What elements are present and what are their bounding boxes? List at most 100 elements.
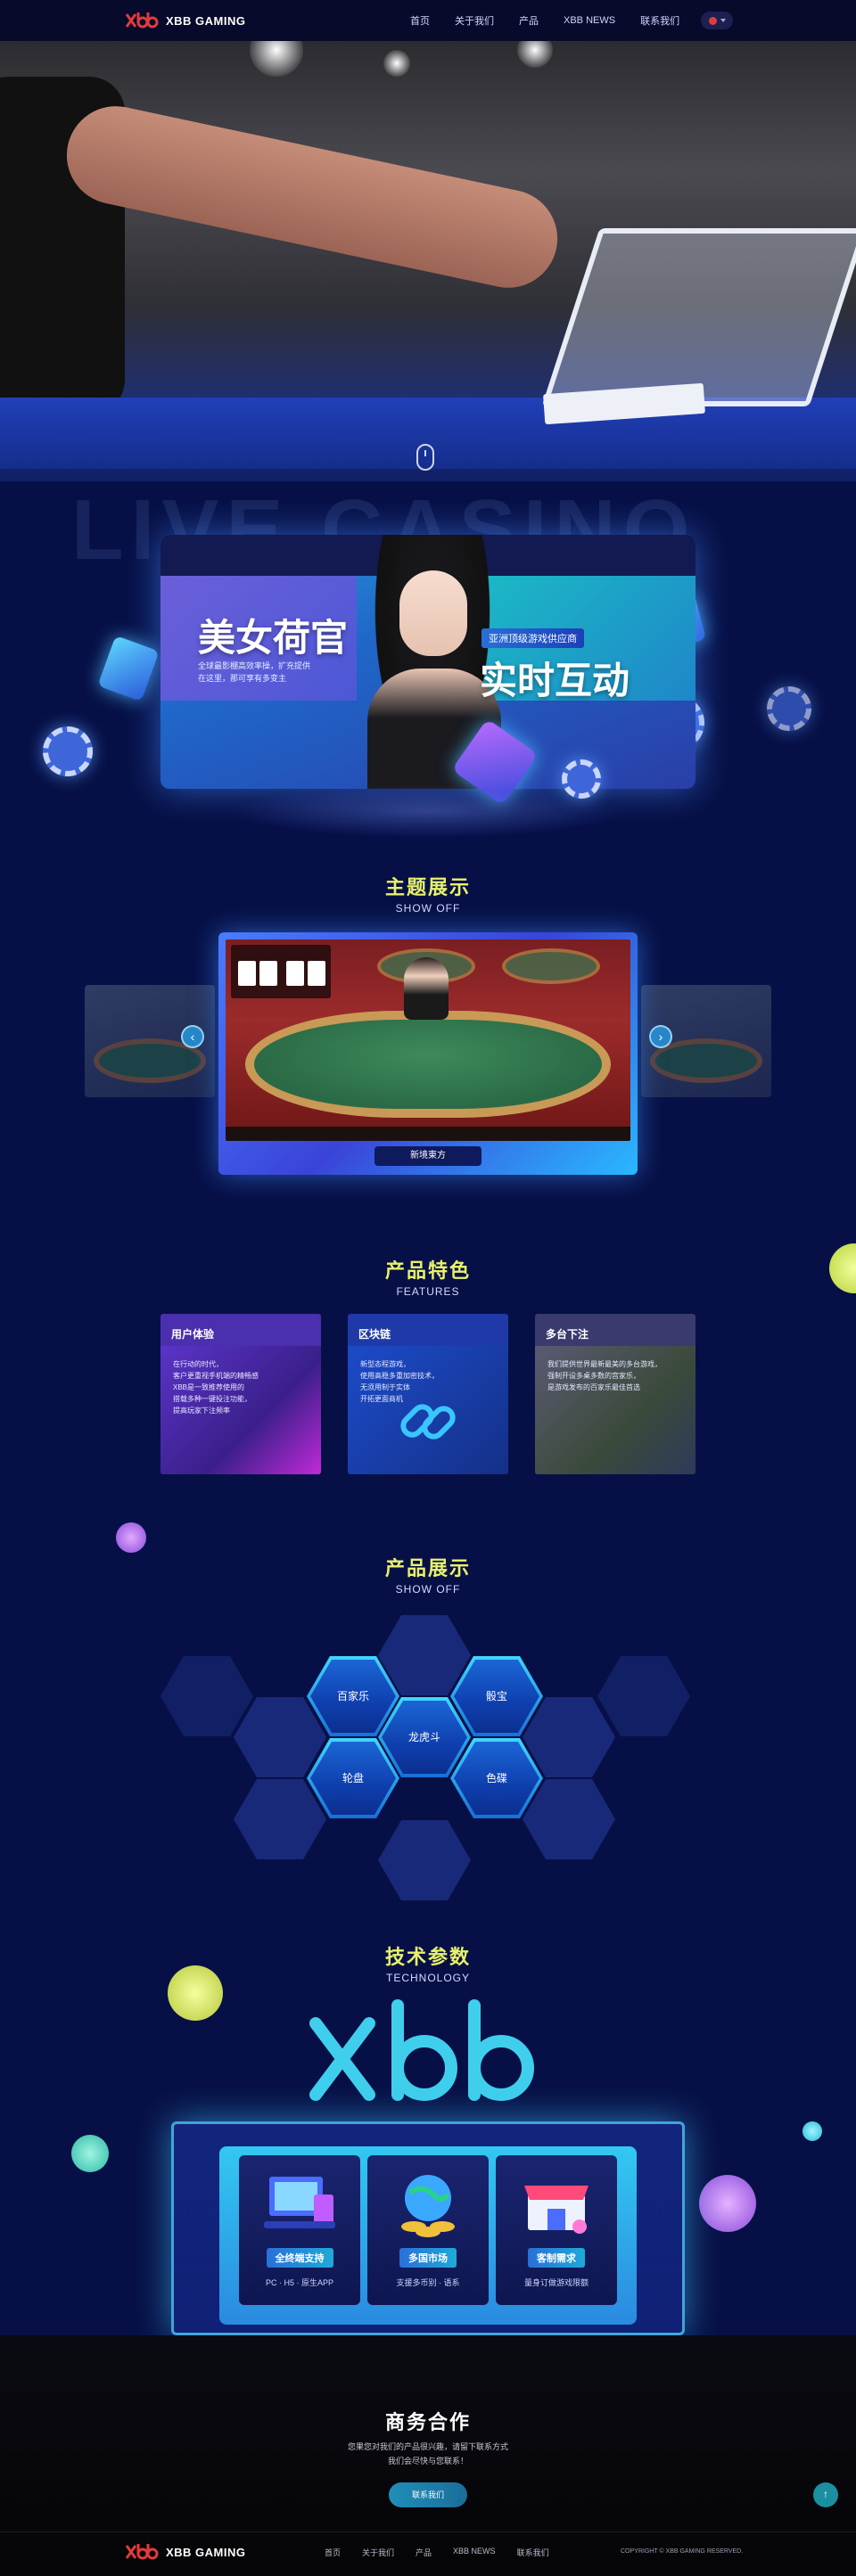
tech-card-title: 多国市场 [367, 2248, 489, 2268]
section-title-en: FEATURES [396, 1285, 460, 1298]
hero-image [0, 41, 856, 481]
tech-card-title: 全终端支持 [239, 2248, 360, 2268]
section-title-en: SHOW OFF [395, 902, 461, 915]
cooperation-text: 您果您对我们的产品很兴趣，请留下联系方式 [347, 2442, 508, 2451]
section-title-cn: 产品特色 [384, 1259, 471, 1282]
baccarat-table [245, 1011, 611, 1118]
flag-icon [708, 16, 717, 25]
feature-title: 区块链 [358, 1328, 391, 1341]
product-label: 百家乐 [336, 1690, 369, 1702]
devices-icon [264, 2177, 335, 2228]
footer-link-home[interactable]: 首页 [325, 2547, 341, 2558]
decor-hex [234, 1697, 326, 1777]
tech-card-multiplatform[interactable]: 全终端支持 PC · H5 · 原生APP [239, 2155, 360, 2305]
decor-hex [378, 1820, 471, 1900]
tech-card-multimarket[interactable]: 多国市场 支援多币别 · 语系 [367, 2155, 489, 2305]
card [286, 961, 304, 986]
product-label: 色碟 [485, 1772, 507, 1784]
game-screenshot [226, 939, 630, 1141]
footer-link-contact[interactable]: 联系我们 [517, 2547, 549, 2558]
chevron-down-icon [720, 19, 726, 22]
feature-title: 多台下注 [546, 1328, 589, 1341]
footer-logo[interactable]: XBB GAMING [125, 2542, 246, 2562]
arrow-up-icon[interactable]: ↑ [813, 2482, 838, 2507]
decor-chip [43, 726, 93, 776]
footer-link-about[interactable]: 关于我们 [362, 2547, 394, 2558]
tech-card-sub: 支援多币别 · 语系 [396, 2278, 460, 2287]
logo[interactable]: XBB GAMING [125, 11, 246, 30]
banner-right-title: 实时互动 [480, 660, 630, 701]
features-title: 产品特色 FEATURES [0, 1255, 856, 1298]
nav-item-about[interactable]: 关于我们 [455, 13, 494, 28]
footer-link-news[interactable]: XBB NEWS [453, 2547, 496, 2558]
banner-desc-line: 在这里，那可享有多变主 [198, 674, 287, 683]
decor-gem [97, 635, 160, 702]
product-label: 骰宝 [485, 1690, 507, 1702]
product-label: 轮盘 [342, 1772, 364, 1784]
glow-floor [232, 784, 624, 838]
section-title-cn: 技术参数 [384, 1946, 471, 1968]
nav-item-news[interactable]: XBB NEWS [564, 15, 615, 26]
product-hex-sicbo[interactable]: 骰宝 [450, 1656, 543, 1736]
nav-item-home[interactable]: 首页 [410, 13, 430, 28]
feature-desc: 我们提供世界最新最美的多台游戏， 强制开设多桌多数的宫家乐， 是游戏发布的百家乐最佳… [547, 1360, 662, 1391]
card [308, 961, 325, 986]
decor-hex [597, 1656, 690, 1736]
feature-card-multitable[interactable]: 多台下注 我们提供世界最新最美的多台游戏， 强制开设多桌多数的宫家乐， 是游戏发布的… [535, 1314, 696, 1474]
tech-card-custom[interactable]: 客制需求 量身订做游戏限额 [496, 2155, 617, 2305]
scroll-down-icon[interactable] [416, 444, 434, 471]
nav-item-products[interactable]: 产品 [519, 13, 539, 28]
slide-caption[interactable]: 新境東方 [374, 1146, 482, 1166]
section-title-cn: 主题展示 [384, 876, 471, 898]
decor-orb [699, 2175, 756, 2232]
feature-desc: 新型态程游戏， 使用高稳多重加密技术， 无须用制于实体 开拓更面商机 [360, 1360, 439, 1403]
section-title-cn: 产品展示 [384, 1557, 471, 1579]
feature-desc: 在行动的时代， 客户更重视手机端的精畅感 XBB是一致推荐使用的 搭载多种一键投注功能… [173, 1360, 259, 1415]
product-label: 龙虎斗 [407, 1731, 440, 1743]
brand-name: XBB GAMING [166, 2545, 246, 2559]
decor-hex [523, 1779, 615, 1859]
section-title-en: TECHNOLOGY [385, 1972, 470, 1984]
decor-orb [802, 2121, 822, 2141]
dealer-arm [57, 96, 567, 298]
banner-left-title: 美女荷官 [198, 617, 349, 659]
contact-us-button[interactable]: 联系我们 [389, 2482, 467, 2507]
chevron-right-icon[interactable]: › [649, 1025, 672, 1048]
card [259, 961, 277, 986]
cooperation-text: 我们会尽快与您联系！ [387, 2457, 468, 2465]
dealer-face [399, 570, 467, 656]
feature-card-blockchain[interactable]: 区块链 新型态程游戏， 使用高稳多重加密技术， 无须用制于实体 开拓更面商机 [348, 1314, 508, 1474]
decor-hex [523, 1697, 615, 1777]
nav-item-contact[interactable]: 联系我们 [640, 13, 679, 28]
tech-card-sub: 量身订做游戏限额 [523, 2278, 588, 2287]
ceiling-light [383, 50, 410, 77]
ceiling-light [517, 41, 553, 68]
language-selector[interactable] [701, 12, 733, 29]
section-title-en: SHOW OFF [395, 1583, 461, 1596]
brand-name: XBB GAMING [166, 13, 246, 28]
product-hex-color-dish[interactable]: 色碟 [450, 1738, 543, 1818]
showoff-title: 主题展示 SHOW OFF [0, 872, 856, 915]
banner-left-desc: 全球最影棚高效率操，扩充提供 在这里，那可享有多变主 [198, 660, 310, 685]
xbb-logo-icon [125, 2544, 159, 2560]
banner-tag: 亚洲顶级游戏供应商 [482, 628, 584, 648]
globe-coins-icon [401, 2175, 455, 2237]
banner-desc-line: 全球最影棚高效率操，扩充提供 [198, 661, 311, 670]
card [238, 961, 256, 986]
bg-table [502, 948, 600, 984]
footer-links: 首页 关于我们 产品 XBB NEWS 联系我们 [325, 2547, 549, 2558]
feature-title: 用户体验 [171, 1328, 215, 1341]
decor-hex [234, 1779, 326, 1859]
storefront-icon [524, 2186, 588, 2234]
chevron-left-icon[interactable]: ‹ [181, 1025, 204, 1048]
showoff-main-slide[interactable]: 新境東方 [218, 932, 638, 1175]
tech-card-title: 客制需求 [496, 2248, 617, 2268]
xbb-neon-logo-icon [309, 1999, 534, 2101]
decor-hex [160, 1656, 253, 1736]
dealer-figure [404, 957, 449, 1020]
technology-title: 技术参数 TECHNOLOGY [0, 1941, 856, 1984]
decor-orb [116, 1522, 146, 1553]
feature-card-ux[interactable]: 用户体验 在行动的时代， 客户更重视手机端的精畅感 XBB是一致推荐使用的 搭载多种一… [160, 1314, 321, 1474]
footer-link-products[interactable]: 产品 [416, 2547, 432, 2558]
decor-orb [71, 2135, 109, 2172]
